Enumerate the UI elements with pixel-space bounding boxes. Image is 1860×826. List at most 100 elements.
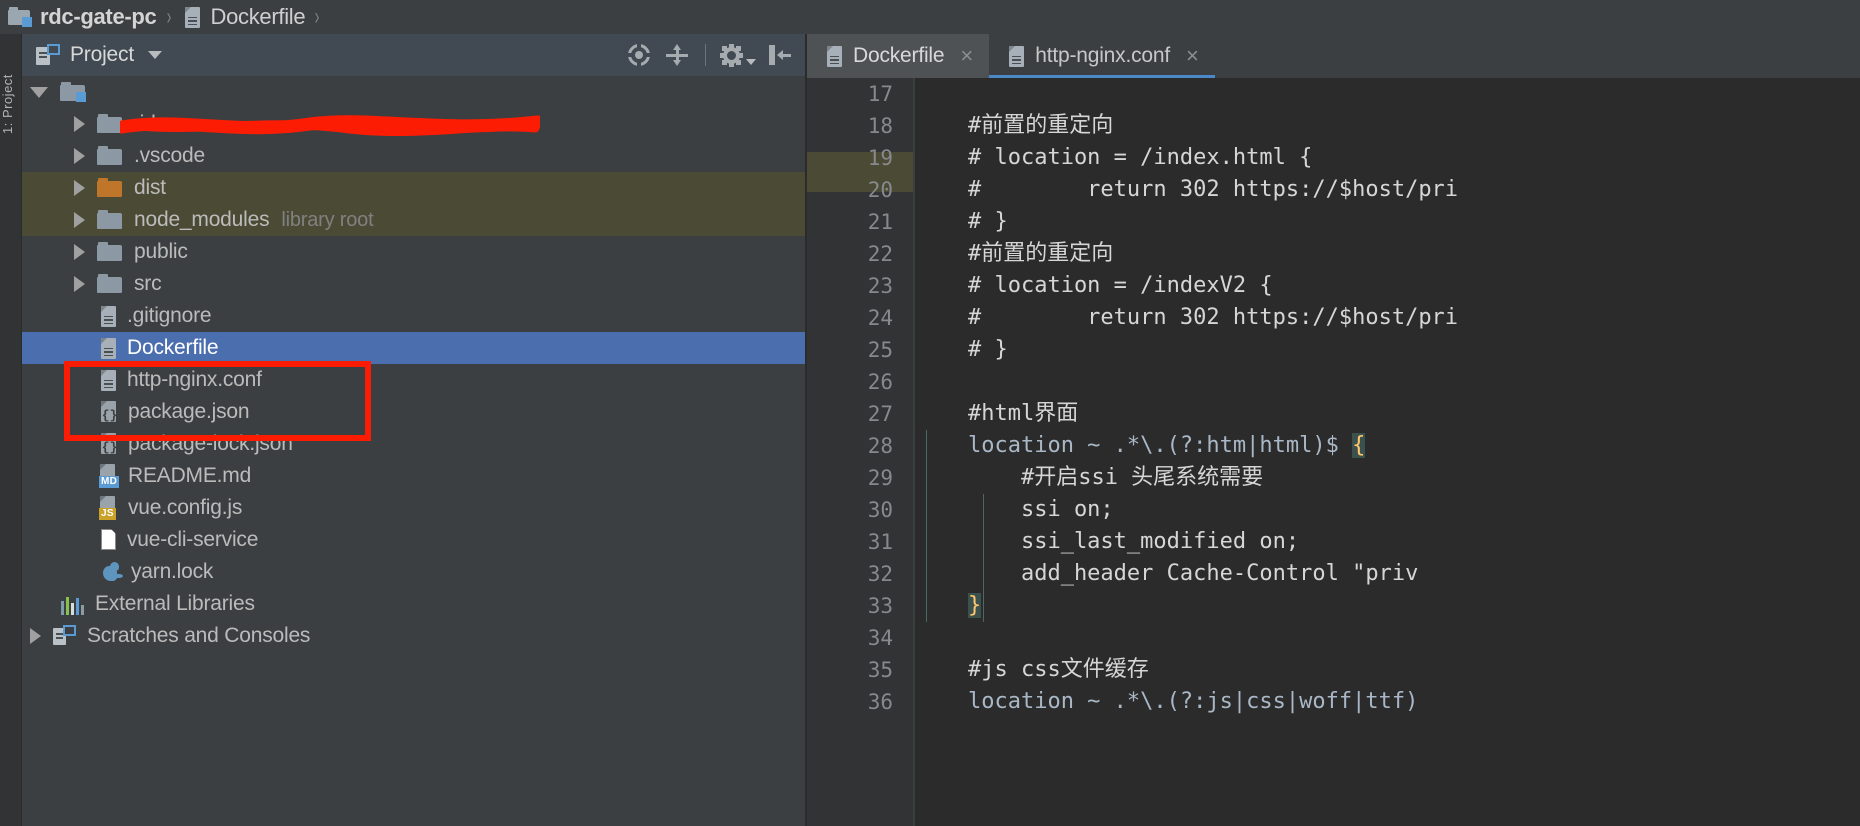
tree-label-vue-config-js: vue.config.js [128, 496, 243, 519]
breadcrumb-separator-1: › [166, 3, 171, 30]
json-icon: {} [99, 432, 119, 456]
hide-panel-icon [768, 44, 792, 66]
chevron-down-icon [746, 59, 756, 65]
code-line: # location = /index.html { [915, 145, 1313, 170]
tree-label-http-nginx-conf: http-nginx.conf [127, 368, 262, 391]
tree-row-vue-config-js[interactable]: JS vue.config.js [22, 492, 807, 524]
locate-in-tree-icon[interactable] [622, 38, 656, 72]
code-line: #html界面 [915, 401, 1079, 426]
tree-label-node-modules: node_modules [134, 208, 270, 231]
tree-row-public[interactable]: public [22, 236, 807, 268]
chevron-right-icon[interactable] [30, 628, 41, 644]
left-tool-window-stripe: 1: Project [0, 34, 22, 826]
editor-gutter[interactable]: 17 18 19 20 21 22 23 24 25 26 27 28 29 3… [807, 78, 915, 826]
stripe-button-project[interactable]: 1: Project [0, 48, 22, 164]
matched-brace-highlight: } [967, 593, 982, 618]
breadcrumb-item-file[interactable]: Dockerfile [183, 0, 306, 34]
code-line: location ~ .*\.(?:js|css|woff|ttf) [915, 689, 1419, 714]
breadcrumb-separator-2: › [314, 3, 320, 30]
code-line: #前置的重定向 [915, 241, 1114, 266]
tab-label-dockerfile: Dockerfile [853, 44, 945, 67]
editor-tab-bar: Dockerfile × http-nginx.conf × [807, 34, 1860, 78]
collapse-all-icon [665, 43, 689, 67]
code-line-location-html: location ~ .*\.(?:htm|html)$ { [915, 430, 1860, 462]
tree-row-package-json[interactable]: {} package.json [22, 396, 807, 428]
tab-bar-empty-space [1214, 34, 1860, 78]
settings-gear-button[interactable] [717, 38, 759, 72]
tree-row-node-modules[interactable]: node_modules library root [22, 204, 807, 236]
code-line: # location = /indexV2 { [915, 273, 1273, 298]
line-number: 21 [867, 210, 893, 234]
close-icon[interactable]: × [1186, 45, 1199, 67]
code-line: #前置的重定向 [915, 113, 1114, 138]
collapse-all-button[interactable] [660, 38, 694, 72]
project-view-selector[interactable]: Project [22, 43, 162, 67]
tree-label-vscode: .vscode [134, 144, 205, 167]
line-number: 32 [867, 562, 893, 586]
tree-row-scratches-and-consoles[interactable]: Scratches and Consoles [22, 620, 807, 652]
hide-panel-button[interactable] [763, 38, 797, 72]
javascript-badge: JS [99, 508, 116, 520]
chevron-right-icon[interactable] [74, 244, 85, 260]
chevron-right-icon[interactable] [74, 212, 85, 228]
tree-row-external-libraries[interactable]: External Libraries [22, 588, 807, 620]
line-number: 24 [867, 306, 893, 330]
scratches-icon [53, 625, 77, 647]
file-icon [183, 6, 202, 29]
tree-row-vue-cli-service[interactable]: vue-cli-service [22, 524, 807, 556]
line-number: 19 [867, 146, 893, 170]
tab-label-http-nginx-conf: http-nginx.conf [1035, 44, 1170, 67]
project-tree[interactable]: .idea .vscode dist node_modules library … [22, 76, 807, 826]
project-view-icon [36, 44, 60, 66]
tree-row-idea[interactable]: .idea [22, 108, 807, 140]
javascript-icon: JS [99, 496, 120, 520]
code-editor[interactable]: 17 18 19 20 21 22 23 24 25 26 27 28 29 3… [807, 78, 1860, 826]
code-line: ssi_last_modified on; [915, 529, 1300, 554]
code-line-indent [915, 593, 968, 618]
tree-row-package-lock-json[interactable]: {} package-lock.json [22, 428, 807, 460]
external-libraries-icon [61, 593, 85, 615]
file-icon [1007, 45, 1026, 68]
line-number: 30 [867, 498, 893, 522]
markdown-icon: MD [99, 464, 120, 488]
line-number: 28 [867, 434, 893, 458]
tree-row-project-root[interactable] [22, 76, 807, 108]
project-tool-window: Project .idea .vscode dist node_modules … [22, 34, 807, 826]
blank-file-icon [99, 528, 118, 552]
tree-label-vue-cli-service: vue-cli-service [127, 528, 259, 551]
markdown-badge: MD [99, 476, 120, 488]
close-icon[interactable]: × [960, 45, 973, 67]
file-icon [825, 45, 844, 68]
tree-row-src[interactable]: src [22, 268, 807, 300]
tree-label-package-lock-json: package-lock.json [128, 432, 293, 455]
code-text-column[interactable]: #前置的重定向 # location = /index.html { # ret… [915, 78, 1860, 826]
project-panel-header: Project [22, 34, 807, 76]
chevron-right-icon[interactable] [74, 276, 85, 292]
chevron-right-icon[interactable] [74, 116, 85, 132]
code-line: # } [915, 209, 1008, 234]
tree-row-vscode[interactable]: .vscode [22, 140, 807, 172]
line-number-column: 17 18 19 20 21 22 23 24 25 26 27 28 29 3… [807, 78, 899, 826]
tab-http-nginx-conf[interactable]: http-nginx.conf × [989, 34, 1215, 78]
tree-row-dockerfile[interactable]: Dockerfile [22, 332, 807, 364]
tree-row-dist[interactable]: dist [22, 172, 807, 204]
code-line: #开启ssi 头尾系统需要 [915, 465, 1264, 490]
breadcrumb-item-project[interactable]: rdc-gate-pc [8, 0, 157, 34]
code-line: # } [915, 337, 1008, 362]
json-icon: {} [99, 400, 119, 424]
tab-dockerfile[interactable]: Dockerfile × [807, 34, 990, 78]
chevron-down-icon[interactable] [147, 51, 162, 59]
tree-row-yarn-lock[interactable]: yarn.lock [22, 556, 807, 588]
tree-label-dockerfile: Dockerfile [127, 336, 219, 359]
line-number: 33 [867, 594, 893, 618]
tree-label-src: src [134, 272, 162, 295]
tree-row-http-nginx-conf[interactable]: http-nginx.conf [22, 364, 807, 396]
tree-annotation-library-root: library root [281, 208, 374, 231]
chevron-right-icon[interactable] [74, 180, 85, 196]
tree-row-gitignore[interactable]: .gitignore [22, 300, 807, 332]
chevron-right-icon[interactable] [74, 148, 85, 164]
tree-row-readme-md[interactable]: MD README.md [22, 460, 807, 492]
chevron-down-icon[interactable] [30, 86, 48, 98]
